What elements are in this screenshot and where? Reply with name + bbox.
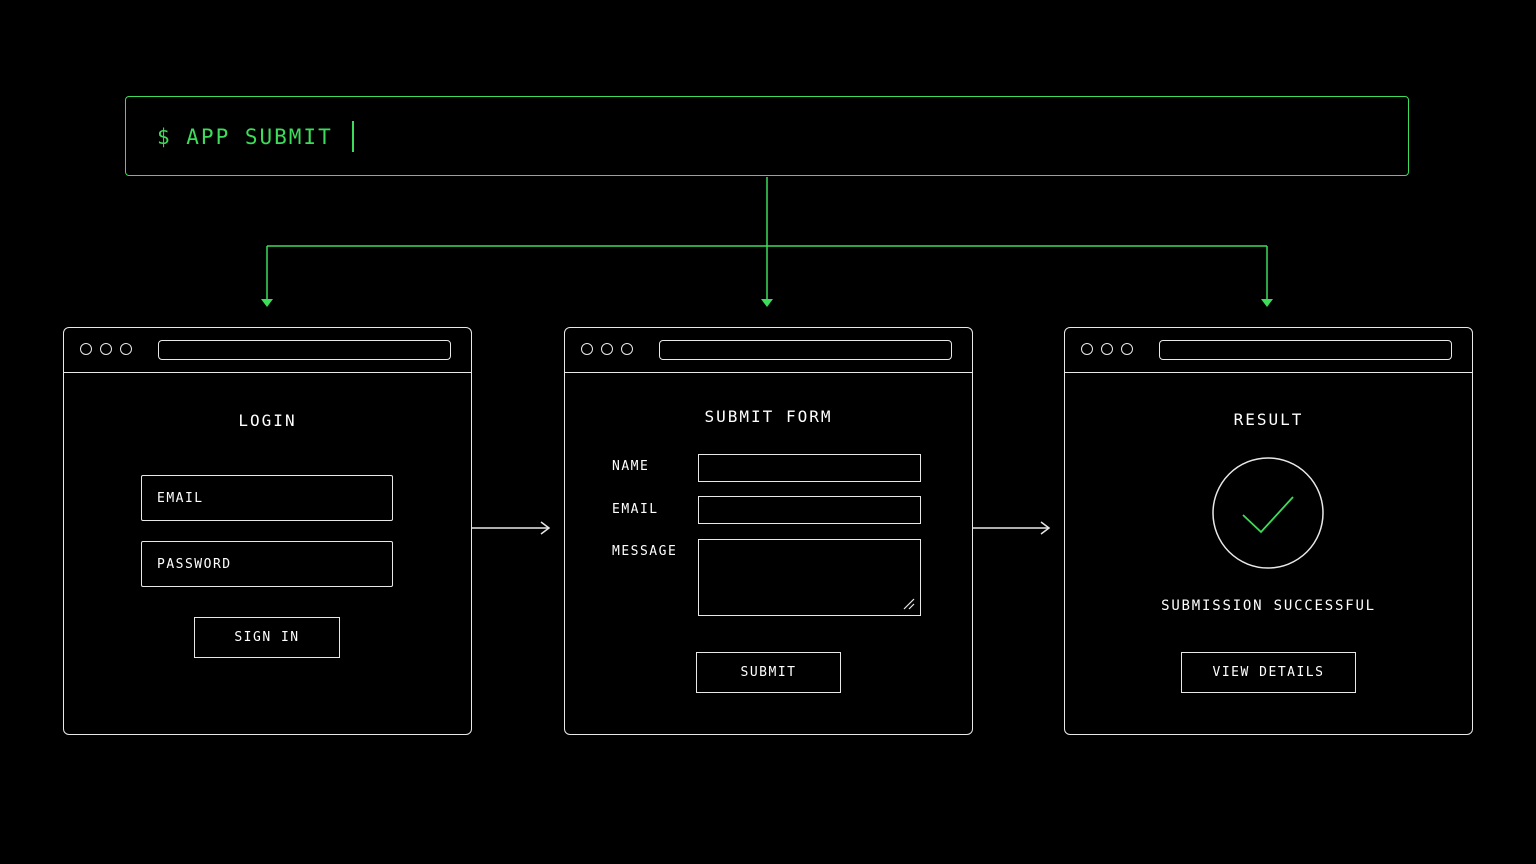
arrow-down-icon <box>261 299 273 307</box>
window-dot-icon <box>1121 343 1133 355</box>
window-dot-icon <box>80 343 92 355</box>
login-title: LOGIN <box>238 411 297 430</box>
email-label: EMAIL <box>612 502 659 517</box>
resize-handle-icon[interactable] <box>901 596 915 610</box>
email-input[interactable] <box>698 496 921 524</box>
window-dot-icon <box>1081 343 1093 355</box>
submit-button[interactable]: SUBMIT <box>696 652 841 693</box>
submit-form-window: SUBMIT FORM NAME EMAIL MESSAGE SUBMIT <box>564 327 973 735</box>
window-dot-icon <box>100 343 112 355</box>
name-input[interactable] <box>698 454 921 482</box>
window-titlebar <box>64 328 471 373</box>
password-input[interactable]: PASSWORD <box>141 541 393 587</box>
message-textarea[interactable] <box>698 539 921 616</box>
window-dot-icon <box>1101 343 1113 355</box>
submit-form-title: SUBMIT FORM <box>704 407 833 426</box>
result-title: RESULT <box>1233 410 1304 429</box>
message-label: MESSAGE <box>612 544 678 559</box>
sign-in-button[interactable]: SIGN IN <box>194 617 340 658</box>
window-dot-icon <box>120 343 132 355</box>
arrow-down-icon <box>1261 299 1273 307</box>
window-dot-icon <box>621 343 633 355</box>
arrow-down-icon <box>761 299 773 307</box>
address-bar[interactable] <box>158 340 451 360</box>
window-dot-icon <box>581 343 593 355</box>
email-input[interactable]: EMAIL <box>141 475 393 521</box>
address-bar[interactable] <box>659 340 952 360</box>
text-cursor <box>352 121 354 152</box>
result-window: RESULT SUBMISSION SUCCESSFUL VIEW DETAIL… <box>1064 327 1473 735</box>
checkmark-circle-icon <box>1212 457 1324 569</box>
address-bar[interactable] <box>1159 340 1452 360</box>
login-window: LOGIN EMAIL PASSWORD SIGN IN <box>63 327 472 735</box>
window-titlebar <box>565 328 972 373</box>
branch-lines <box>266 177 1268 300</box>
window-dot-icon <box>601 343 613 355</box>
terminal-command: $ APP SUBMIT <box>157 125 333 149</box>
view-details-button[interactable]: VIEW DETAILS <box>1181 652 1356 693</box>
name-label: NAME <box>612 459 650 474</box>
window-titlebar <box>1065 328 1472 373</box>
status-message: SUBMISSION SUCCESSFUL <box>1161 598 1376 614</box>
